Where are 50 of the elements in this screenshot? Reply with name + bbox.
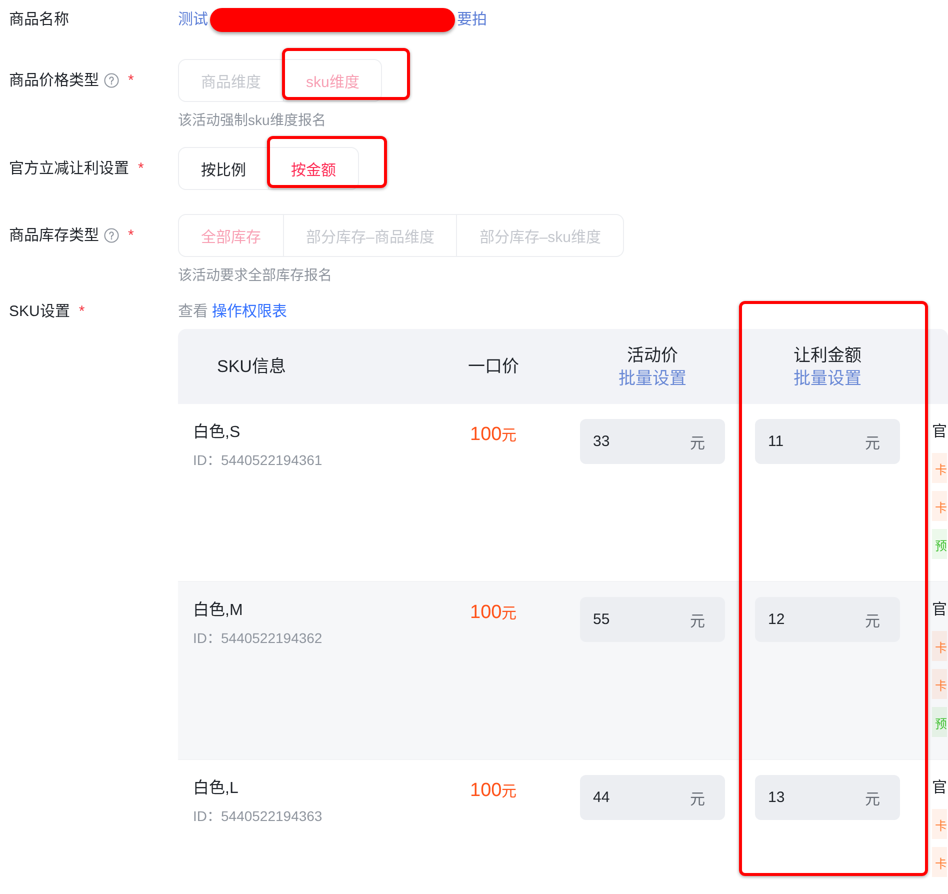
required-mark: *: [128, 226, 134, 246]
promo-tag: 卡: [932, 809, 947, 839]
price-text: 100元: [470, 427, 517, 444]
promo-tag: 卡: [932, 453, 947, 483]
sku-id: ID：5440522194362: [193, 629, 324, 648]
batch-set-link[interactable]: 批量设置: [794, 366, 862, 390]
required-mark: *: [78, 302, 85, 322]
cell-text: 官: [932, 422, 947, 442]
promo-tag: 卡: [932, 631, 947, 661]
promo-tag: 卡: [932, 847, 947, 877]
column-title: SKU信息: [217, 356, 286, 378]
field-label: 商品名称: [9, 10, 69, 30]
segment-option[interactable]: 按金额: [268, 148, 358, 189]
activity-price-input[interactable]: 44 元: [580, 775, 725, 820]
promo-tag: 预: [932, 529, 947, 559]
segmented-control[interactable]: 按比例 按金额: [178, 147, 359, 190]
sku-id: ID：5440522194363: [193, 807, 324, 826]
cell-text: 官: [932, 778, 947, 798]
field-label: SKU设置: [9, 302, 70, 322]
price-text: 100元: [470, 783, 517, 800]
cell-text: 官: [932, 600, 947, 620]
batch-set-link[interactable]: 批量设置: [618, 366, 686, 390]
column-title: 活动价: [627, 344, 678, 366]
discount-amount-input[interactable]: 12 元: [755, 597, 900, 642]
field-label: 官方立减让利设置: [9, 158, 129, 178]
hint-text: 该活动要求全部库存报名: [178, 266, 332, 285]
sku-name: 白色,M: [193, 600, 244, 621]
hint-text: 该活动强制sku维度报名: [178, 111, 326, 130]
discount-amount-input[interactable]: 11 元: [755, 419, 900, 464]
product-name[interactable]: 测试: [178, 10, 208, 30]
discount-amount-input[interactable]: 13 元: [755, 775, 900, 820]
field-label: 商品价格类型: [9, 70, 99, 90]
sku-name: 白色,L: [193, 778, 240, 799]
required-mark: *: [128, 70, 134, 90]
sku-id: ID：5440522194361: [193, 451, 324, 470]
permission-table-link[interactable]: 操作权限表: [212, 302, 287, 322]
price-text: 100元: [470, 605, 517, 622]
view-label: 查看: [178, 302, 208, 322]
activity-price-input[interactable]: 33 元: [580, 419, 725, 464]
segment-option[interactable]: 按比例: [179, 148, 268, 189]
column-title: 让利金额: [794, 344, 862, 366]
column-title: 一口价: [468, 356, 519, 378]
field-label: 商品库存类型: [9, 226, 99, 246]
promo-tag: 卡: [932, 491, 947, 521]
promo-tag: 卡: [932, 669, 947, 699]
activity-price-input[interactable]: 55 元: [580, 597, 725, 642]
promo-tag: 预: [932, 707, 947, 737]
sku-name: 白色,S: [193, 422, 242, 443]
product-name[interactable]: 要拍: [457, 10, 487, 30]
required-mark: *: [138, 158, 144, 178]
